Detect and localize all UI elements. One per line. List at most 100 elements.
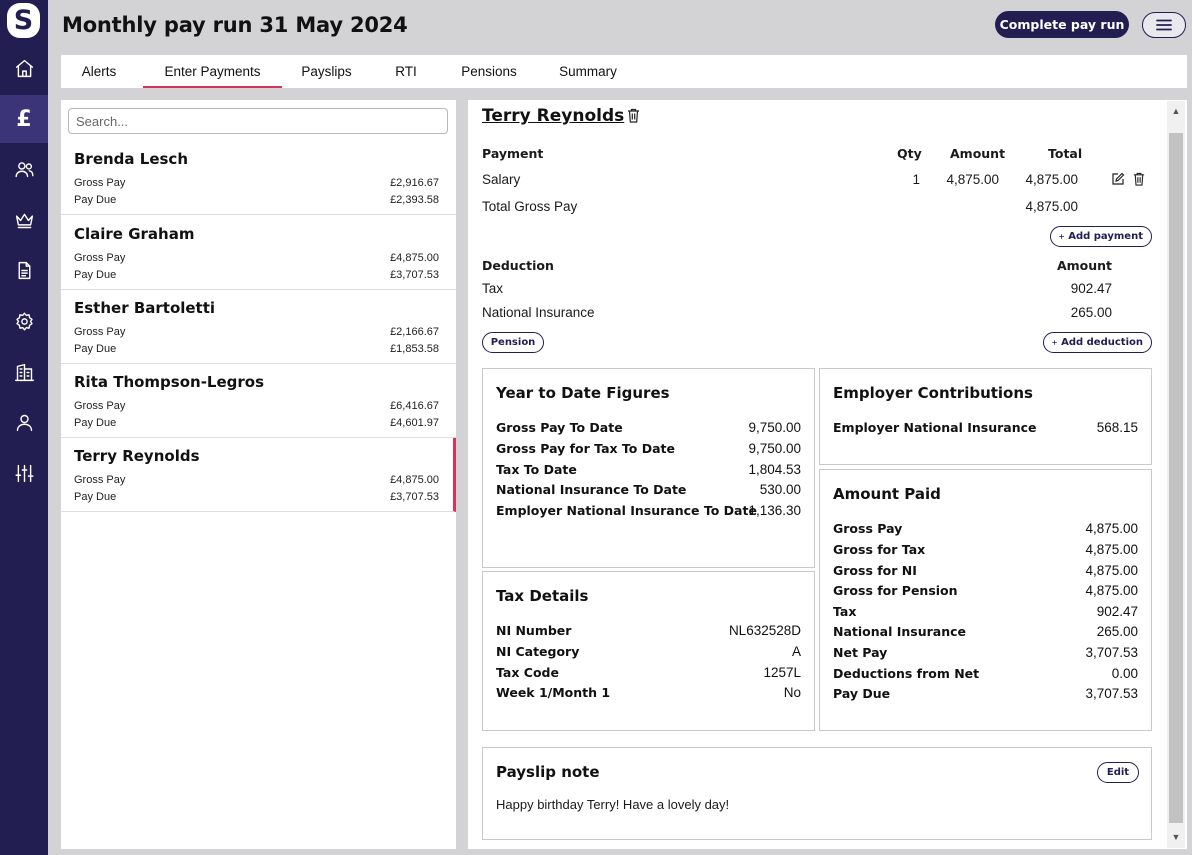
amount-paid-value: 0.00 <box>1111 666 1138 681</box>
amount-paid-label: Pay Due <box>833 686 891 701</box>
amount-paid-card: Amount Paid Gross Pay 4,875.00 Gross for… <box>819 469 1152 731</box>
pay-due-value: £4,601.97 <box>390 417 439 429</box>
ytd-card: Year to Date Figures Gross Pay To Date 9… <box>482 368 815 568</box>
payslip-note-card: Payslip note Edit Happy birthday Terry! … <box>482 747 1152 840</box>
nav-home[interactable] <box>0 44 48 92</box>
employee-detail-panel: Terry Reynolds Payment Qty Amount Total … <box>468 100 1187 849</box>
delete-payment-icon[interactable] <box>1132 172 1146 186</box>
amount-paid-label: Gross for Tax <box>833 542 926 557</box>
ytd-value: 9,750.00 <box>748 441 801 456</box>
amount-paid-value: 4,875.00 <box>1085 521 1138 536</box>
pay-due-value: £3,707.53 <box>390 269 439 281</box>
employee-list-item[interactable]: Esther Bartoletti Gross Pay £2,166.67 Pa… <box>61 290 456 364</box>
amount-paid-value: 265.00 <box>1096 624 1138 639</box>
employee-name: Terry Reynolds <box>74 447 200 465</box>
nav-adjustments[interactable] <box>0 449 48 497</box>
detail-scrollbar[interactable]: ▲ ▼ <box>1167 101 1185 848</box>
scroll-up-icon[interactable]: ▲ <box>1167 103 1185 119</box>
gross-pay-label: Gross Pay <box>74 400 126 412</box>
employee-list-panel: Brenda Lesch Gross Pay £2,916.67 Pay Due… <box>61 100 456 849</box>
delete-employee-icon[interactable] <box>627 108 640 123</box>
employee-list-item[interactable]: Brenda Lesch Gross Pay £2,916.67 Pay Due… <box>61 141 456 215</box>
pension-label: Pension <box>490 337 536 348</box>
amount-paid-value: 4,875.00 <box>1085 542 1138 557</box>
gross-pay-value: £4,875.00 <box>390 252 439 264</box>
pay-due-label: Pay Due <box>74 269 117 281</box>
pay-due-value: £1,853.58 <box>390 343 439 355</box>
tab-alerts[interactable]: Alerts <box>61 55 137 88</box>
tax-detail-value: A <box>791 644 801 659</box>
pay-due-label: Pay Due <box>74 491 117 503</box>
deduction-amount-header: Amount <box>1056 258 1112 273</box>
employer-label: Employer National Insurance <box>833 420 1037 435</box>
gross-pay-value: £6,416.67 <box>390 400 439 412</box>
payment-qty: 1 <box>912 172 920 187</box>
add-deduction-button[interactable]: Add deduction <box>1043 332 1152 353</box>
nav-account[interactable] <box>0 398 48 446</box>
pay-due-label: Pay Due <box>74 417 117 429</box>
tax-details-title: Tax Details <box>496 587 589 605</box>
page-title: Monthly pay run 31 May 2024 <box>62 13 408 37</box>
gross-pay-label: Gross Pay <box>74 252 126 264</box>
ytd-label: National Insurance To Date <box>496 482 687 497</box>
scroll-thumb[interactable] <box>1169 133 1183 823</box>
ytd-label: Gross Pay To Date <box>496 420 623 435</box>
nav-settings[interactable] <box>0 297 48 345</box>
nav-company[interactable] <box>0 348 48 396</box>
employee-list-item[interactable]: Rita Thompson-Legros Gross Pay £6,416.67… <box>61 364 456 438</box>
add-payment-label: Add payment <box>1068 231 1143 242</box>
employer-title: Employer Contributions <box>833 384 1033 402</box>
employer-contributions-card: Employer Contributions Employer National… <box>819 368 1152 465</box>
tax-detail-value: NL632528D <box>728 623 801 638</box>
sliders-icon <box>14 464 34 482</box>
employee-list-item-selected[interactable]: Terry Reynolds Gross Pay £4,875.00 Pay D… <box>61 438 456 512</box>
menu-button[interactable] <box>1142 12 1186 38</box>
employee-title[interactable]: Terry Reynolds <box>482 106 624 126</box>
edit-payment-icon[interactable] <box>1111 172 1125 186</box>
gross-pay-label: Gross Pay <box>74 177 126 189</box>
nav-crown[interactable] <box>0 196 48 244</box>
amount-paid-label: Tax <box>833 604 857 619</box>
amount-paid-label: Gross for Pension <box>833 583 958 598</box>
gross-pay-label: Gross Pay <box>74 474 126 486</box>
employee-name: Rita Thompson-Legros <box>74 373 265 391</box>
tab-pensions[interactable]: Pensions <box>452 55 526 88</box>
tab-rti[interactable]: RTI <box>383 55 429 88</box>
edit-note-button[interactable]: Edit <box>1097 762 1139 783</box>
nav-pay[interactable]: £ <box>0 95 48 143</box>
plus-icon <box>1052 340 1057 345</box>
total-gross-pay-value: 4,875.00 <box>1025 199 1078 214</box>
sidebar: S £ <box>0 0 48 855</box>
hamburger-icon <box>1156 19 1172 31</box>
ytd-label: Tax To Date <box>496 462 577 477</box>
ytd-value: 1,804.53 <box>748 462 801 477</box>
complete-pay-run-button[interactable]: Complete pay run <box>995 11 1129 38</box>
amount-paid-value: 4,875.00 <box>1085 563 1138 578</box>
amount-header: Amount <box>950 146 1006 161</box>
search-input[interactable] <box>68 108 448 134</box>
gross-pay-value: £2,916.67 <box>390 177 439 189</box>
deduction-amount: 902.47 <box>1070 281 1112 296</box>
nav-people[interactable] <box>0 145 48 193</box>
tab-summary[interactable]: Summary <box>552 55 624 88</box>
deduction-amount: 265.00 <box>1070 305 1112 320</box>
pension-button[interactable]: Pension <box>482 332 544 353</box>
add-deduction-label: Add deduction <box>1061 337 1143 348</box>
employee-list-item[interactable]: Claire Graham Gross Pay £4,875.00 Pay Du… <box>61 216 456 290</box>
tab-payslips[interactable]: Payslips <box>289 55 364 88</box>
ytd-value: 1,136.30 <box>748 503 801 518</box>
add-payment-button[interactable]: Add payment <box>1050 226 1152 247</box>
employee-name: Esther Bartoletti <box>74 299 216 317</box>
tab-enter-payments[interactable]: Enter Payments <box>143 55 282 88</box>
tax-detail-label: Week 1/Month 1 <box>496 685 611 700</box>
app-logo[interactable]: S <box>7 3 40 38</box>
gear-icon <box>15 311 33 331</box>
employer-value: 568.15 <box>1096 420 1138 435</box>
document-icon <box>18 261 30 279</box>
gross-pay-value: £2,166.67 <box>390 326 439 338</box>
pay-due-value: £2,393.58 <box>390 194 439 206</box>
nav-documents[interactable] <box>0 246 48 294</box>
pay-due-value: £3,707.53 <box>390 491 439 503</box>
scroll-down-icon[interactable]: ▼ <box>1167 829 1185 845</box>
payslip-note-text: Happy birthday Terry! Have a lovely day! <box>496 797 730 812</box>
